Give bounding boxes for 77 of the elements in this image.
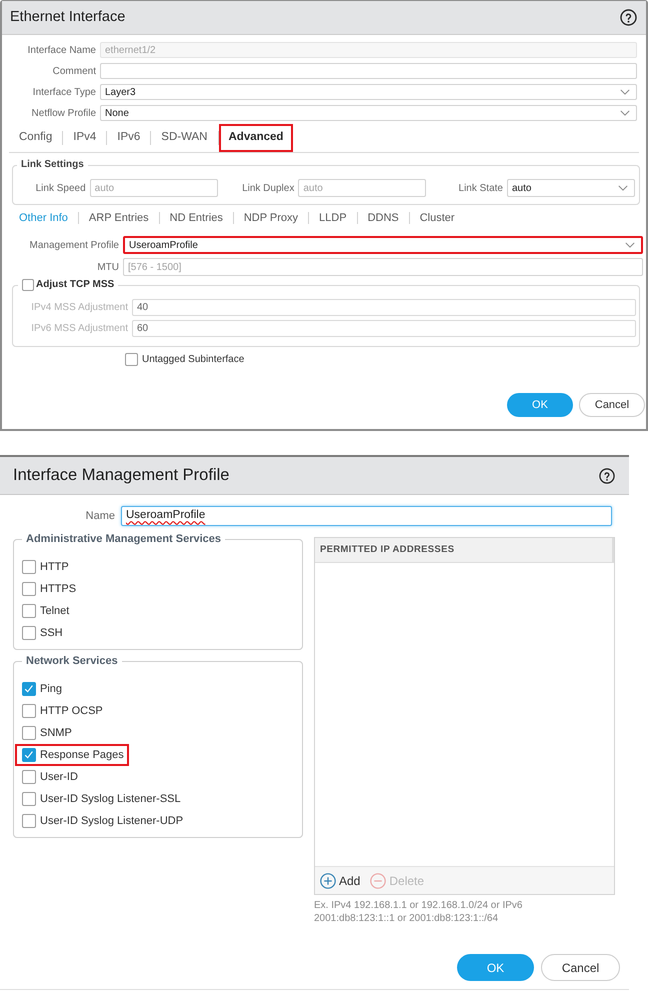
tab[interactable]: ND Entries — [160, 210, 233, 226]
checkbox-label: User-ID Syslog Listener-SSL — [40, 792, 181, 807]
checkbox-label: HTTPS — [40, 582, 76, 597]
checkbox-label: Response Pages — [40, 748, 124, 763]
field-label: Netflow Profile — [30, 106, 97, 120]
field-label: Link Duplex — [242, 182, 294, 196]
checkbox[interactable] — [22, 704, 36, 718]
field-label: MTU — [96, 260, 120, 274]
checkbox-label: SNMP — [40, 726, 72, 741]
dropdown[interactable]: auto — [507, 179, 635, 197]
checkbox[interactable] — [22, 626, 36, 640]
checkbox[interactable] — [22, 748, 36, 762]
checkmark-icon — [24, 750, 34, 760]
checkbox[interactable] — [22, 792, 36, 806]
group-title: Network Services — [25, 655, 119, 668]
checkbox-label: HTTP — [40, 560, 69, 575]
field-label: Interface Type — [32, 86, 97, 100]
dropdown[interactable]: UseroamProfile — [123, 236, 643, 254]
chevron-down-icon — [620, 110, 630, 116]
field-label: Management Profile — [28, 238, 120, 252]
checkbox-label: User-ID Syslog Listener-UDP — [40, 814, 184, 829]
tab[interactable]: Advanced — [218, 124, 294, 152]
help-icon[interactable] — [599, 468, 615, 484]
cancel-button[interactable]: Cancel — [579, 393, 645, 417]
tab[interactable]: Config — [9, 124, 62, 152]
field-label: Comment — [52, 64, 97, 78]
checkbox-label: HTTP OCSP — [40, 704, 103, 719]
minus-circle-icon — [370, 872, 386, 888]
checkbox[interactable] — [22, 582, 36, 596]
tab[interactable]: ARP Entries — [78, 210, 159, 226]
checkbox[interactable] — [22, 279, 34, 291]
tab[interactable]: DDNS — [358, 210, 409, 226]
group-title: Link Settings — [20, 159, 85, 171]
dialog-title: Ethernet Interface — [10, 8, 126, 27]
tab[interactable]: IPv4 — [63, 124, 106, 152]
hint-text: Ex. IPv4 192.168.1.1 or 192.168.1.0/24 or IPv6 2001:db8:123:1::1 or 2001:db8:123:1::/64 — [314, 899, 524, 925]
chevron-down-icon — [625, 242, 635, 248]
tab[interactable]: IPv6 — [107, 124, 150, 152]
text-field[interactable] — [100, 63, 637, 79]
field-label: Interface Name — [26, 44, 97, 58]
checkbox[interactable] — [22, 814, 36, 828]
dropdown[interactable]: Layer3 — [100, 84, 637, 100]
tab[interactable]: LLDP — [309, 210, 357, 226]
checkbox[interactable] — [22, 682, 36, 696]
text-field[interactable]: 60 — [132, 320, 636, 337]
checkbox-label: SSH — [40, 626, 63, 641]
text-field[interactable]: UseroamProfile — [121, 506, 612, 526]
help-icon[interactable] — [620, 9, 637, 26]
plus-circle-icon — [320, 872, 336, 888]
checkbox[interactable] — [22, 604, 36, 618]
cancel-button[interactable]: Cancel — [541, 954, 620, 981]
checkbox[interactable] — [22, 726, 36, 740]
dropdown[interactable]: None — [100, 105, 637, 121]
tab[interactable]: Cluster — [410, 210, 465, 226]
dialog-title: Interface Management Profile — [13, 465, 230, 486]
field-label: IPv4 MSS Adjustment — [30, 301, 129, 315]
field-label: Name — [84, 508, 116, 524]
add-button[interactable]: Add — [320, 872, 360, 890]
field-label: IPv6 MSS Adjustment — [30, 322, 129, 336]
checkbox-label: Telnet — [40, 604, 70, 619]
field-label: Link Speed — [36, 182, 86, 196]
column-header: PERMITTED IP ADDRESSES — [315, 538, 614, 563]
checkbox[interactable] — [22, 560, 36, 574]
group-title: Adjust TCP MSS — [36, 279, 114, 291]
group-title: Administrative Management Services — [25, 533, 222, 546]
tab[interactable]: SD-WAN — [151, 124, 218, 152]
checkbox-label: Ping — [40, 682, 62, 697]
checkbox-label: User-ID — [40, 770, 78, 785]
chevron-down-icon — [618, 185, 628, 191]
text-field[interactable]: 40 — [132, 299, 636, 316]
chevron-down-icon — [620, 89, 630, 95]
checkbox[interactable] — [22, 770, 36, 784]
tab[interactable]: NDP Proxy — [234, 210, 308, 226]
checkbox-label: Untagged Subinterface — [142, 352, 244, 366]
checkbox[interactable] — [125, 352, 138, 366]
field-label: Link State — [458, 182, 503, 196]
checkmark-icon — [24, 684, 34, 694]
